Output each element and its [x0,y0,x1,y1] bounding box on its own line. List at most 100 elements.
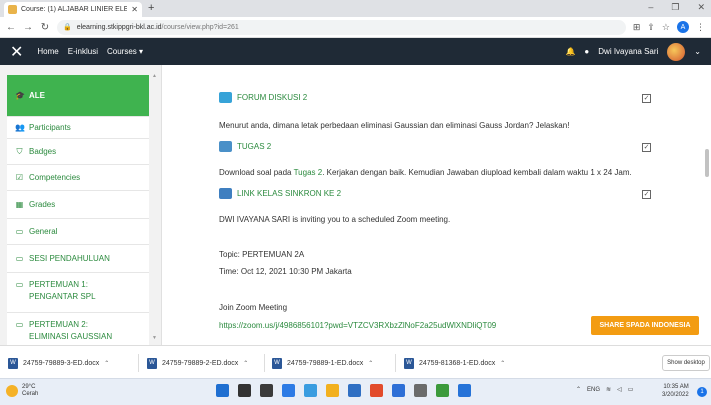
sidebar-item-pertemuan-1[interactable]: ▭ PERTEMUAN 1: PENGANTAR SPL [7,273,149,313]
forum-activity[interactable]: FORUM DISKUSI 2 [219,92,307,103]
sidebar-item-general[interactable]: ▭ General [7,219,149,245]
weather-widget[interactable]: 29°C Cerah [6,384,38,398]
sidebar-item-sesi-pendahuluan[interactable]: ▭ SESI PENDAHULUAN [7,245,149,273]
download-item[interactable]: W 24759-81368-1-ED.docx ⌃ [404,356,505,370]
url-activity[interactable]: LINK KELAS SINKRON KE 2 [219,188,341,199]
forum-icon [219,92,232,103]
minimize-icon[interactable]: – [648,2,653,13]
taskbar-app-icon[interactable] [282,384,295,397]
share-icon[interactable]: ⇪ [647,22,655,33]
volume-icon[interactable]: ◁ [617,386,622,393]
url-title[interactable]: LINK KELAS SINKRON KE 2 [237,189,341,198]
browser-tab[interactable]: Course: (1) ALJABAR LINIER ELEM ✕ [4,2,142,17]
download-filename: 24759-79889-1-ED.docx [287,359,364,367]
wifi-icon[interactable]: ≋ [606,386,611,393]
taskbar-app-icon[interactable] [238,384,251,397]
sidebar-item-ale[interactable]: 🎓 ALE [7,75,149,117]
zoom-link[interactable]: https://zoom.us/j/4986856101?pwd=VTZCV3R… [219,321,496,330]
course-content: FORUM DISKUSI 2 ✓ Menurut anda, dimana l… [162,65,711,345]
divider [395,354,396,372]
table-icon: ▦ [15,200,24,209]
scrollbar-thumb[interactable] [705,149,709,177]
sidebar-item-badges[interactable]: ⛉ Badges [7,139,149,165]
menu-icon[interactable]: ⋮ [696,22,705,33]
folder-icon: ▭ [15,227,24,236]
taskbar-app-icon[interactable] [304,384,317,397]
course-sidebar: 🎓 ALE 👥 Participants ⛉ Badges ☑ Competen… [0,65,162,345]
completion-checkbox[interactable]: ✓ [642,190,651,199]
taskbar-app-icon[interactable] [260,384,273,397]
chevron-up-icon[interactable]: ⌃ [104,360,109,367]
assignment-link[interactable]: Tugas 2 [294,168,323,177]
taskbar-app-icon[interactable] [348,384,361,397]
taskbar-app-icon[interactable] [216,384,229,397]
assignment-text-rest: . Kerjakan dengan baik. Kemudian Jawaban… [322,168,632,177]
page-scrollbar[interactable] [704,65,710,345]
url-field[interactable]: 🔒 elearning.stkippgri-bkl.ac.id/course/v… [57,19,626,35]
show-desktop-button[interactable]: Show desktop [662,355,710,371]
assignment-text: Download soal pada [219,168,294,177]
reload-icon[interactable]: ↻ [40,22,50,33]
word-doc-icon: W [8,357,18,369]
completion-checkbox[interactable]: ✓ [642,143,651,152]
bookmark-star-icon[interactable]: ☆ [662,22,670,33]
profile-avatar[interactable]: A [677,21,689,33]
taskbar-app-icon[interactable] [370,384,383,397]
new-tab-button[interactable]: + [148,2,154,14]
translate-icon[interactable]: ⊞ [633,22,641,33]
taskbar-app-icon[interactable] [392,384,405,397]
user-menu-chevron-icon[interactable]: ⌄ [694,47,701,56]
chevron-up-icon[interactable]: ⌃ [500,360,505,367]
taskbar-app-icon[interactable] [458,384,471,397]
sidebar-item-competencies[interactable]: ☑ Competencies [7,165,149,191]
avatar[interactable] [667,42,686,61]
download-item[interactable]: W 24759-79889-2-ED.docx ⌃ [147,356,248,370]
sidebar-scrollbar[interactable]: ▲ ▼ [152,73,157,343]
taskbar-app-icon[interactable] [326,384,339,397]
completion-checkbox[interactable]: ✓ [642,94,651,103]
language-indicator[interactable]: ENG [587,387,600,393]
notification-badge[interactable]: 1 [697,387,707,397]
word-doc-icon: W [272,357,282,369]
messages-icon[interactable]: ● [584,47,589,56]
share-spada-button[interactable]: SHARE SPADA INDONESIA [591,316,699,335]
nav-home[interactable]: Home [37,47,58,56]
divider [138,354,139,372]
notification-bell-icon[interactable]: 🔔 [565,47,575,56]
tab-close-icon[interactable]: ✕ [131,5,138,14]
sidebar-item-participants[interactable]: 👥 Participants [7,117,149,139]
nav-e-inklusi[interactable]: E-inklusi [68,47,98,56]
url-path: /course/view.php?id=261 [161,23,239,31]
shield-icon: ⛉ [16,146,23,156]
maximize-icon[interactable]: ❐ [671,2,679,13]
forum-description: Menurut anda, dimana letak perbedaan eli… [219,121,570,130]
taskbar-app-icon[interactable] [436,384,449,397]
chevron-up-icon[interactable]: ⌃ [243,360,248,367]
download-item[interactable]: W 24759-79889-3-ED.docx ⌃ [8,356,109,370]
sidebar-item-grades[interactable]: ▦ Grades [7,191,149,219]
tray-chevron-icon[interactable]: ⌃ [576,386,581,393]
forward-icon[interactable]: → [23,22,33,33]
download-bar: W 24759-79889-3-ED.docx ⌃ W 24759-79889-… [0,345,711,378]
nav-courses[interactable]: Courses ▾ [107,47,143,56]
battery-icon[interactable]: ▭ [628,386,634,393]
chevron-up-icon[interactable]: ⌃ [368,360,373,367]
back-icon[interactable]: ← [6,22,16,33]
assignment-title[interactable]: TUGAS 2 [237,142,271,151]
scroll-up-icon[interactable]: ▲ [152,73,157,79]
forum-title[interactable]: FORUM DISKUSI 2 [237,93,307,102]
assignment-activity[interactable]: TUGAS 2 [219,141,271,152]
download-item[interactable]: W 24759-79889-1-ED.docx ⌃ [272,356,373,370]
users-icon: 👥 [15,123,25,132]
drawer-toggle-icon[interactable]: ✕ [10,42,23,62]
clock[interactable]: 10:35 AM 3/20/2022 [662,383,689,399]
sidebar-item-pertemuan-2[interactable]: ▭ PERTEMUAN 2: ELIMINASI GAUSSIAN [7,313,149,345]
window-close-icon[interactable]: ✕ [697,2,705,13]
zoom-topic: Topic: PERTEMUAN 2A [219,250,305,259]
address-toolbar: ← → ↻ 🔒 elearning.stkippgri-bkl.ac.id/co… [0,17,711,38]
user-name[interactable]: Dwi Ivayana Sari [598,47,658,56]
folder-icon: ▭ [15,320,24,329]
sidebar-item-label: Grades [29,200,56,209]
taskbar-app-icon[interactable] [414,384,427,397]
scroll-down-icon[interactable]: ▼ [152,335,157,341]
